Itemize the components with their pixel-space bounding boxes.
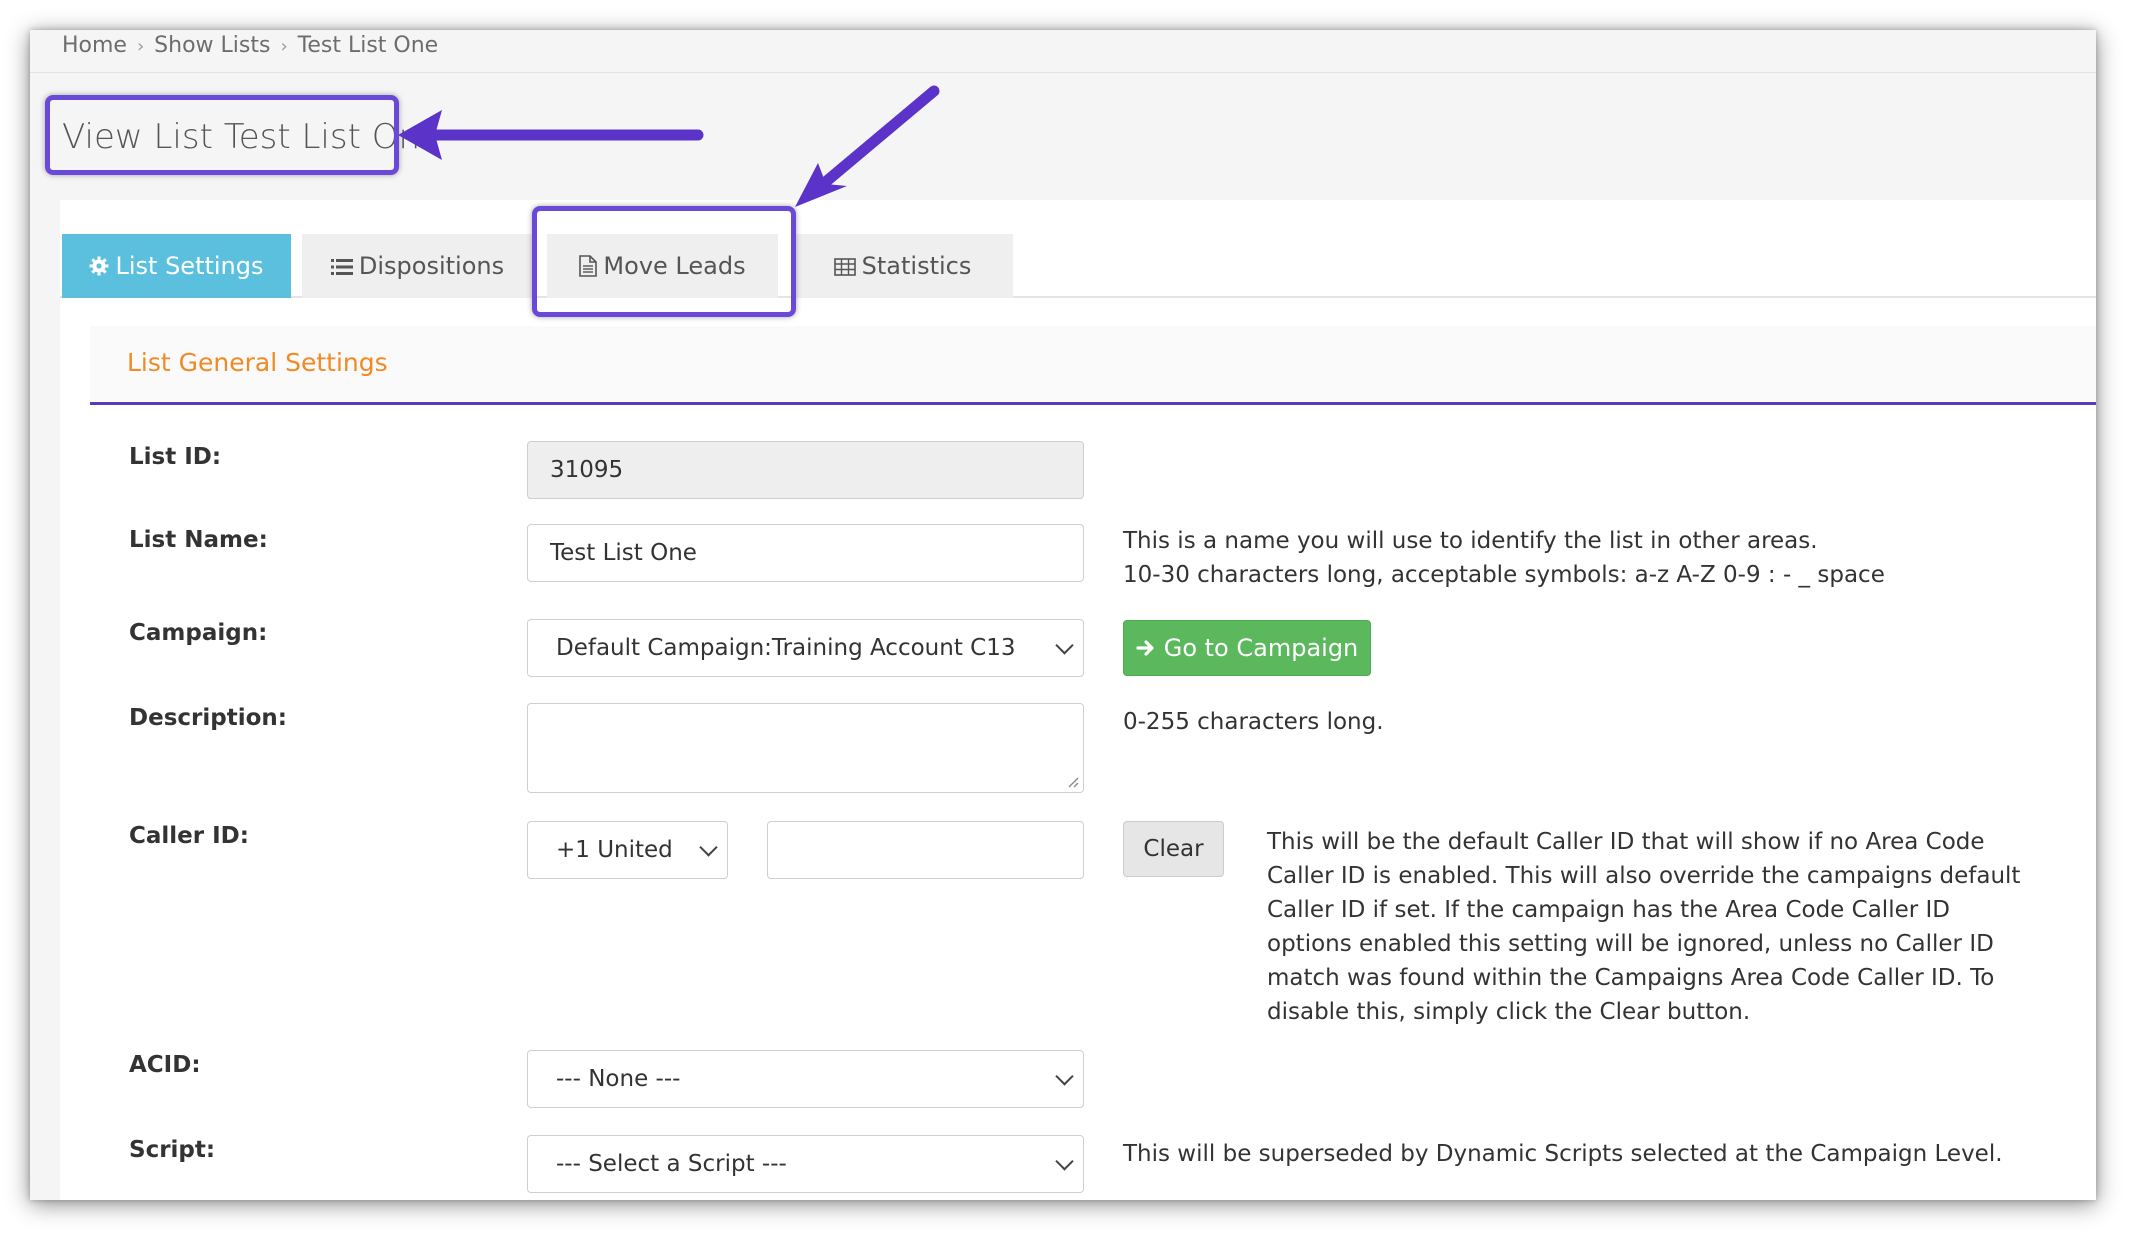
annotation-arrows bbox=[398, 85, 940, 207]
arrow-to-title-icon bbox=[398, 110, 704, 160]
arrow-to-move-leads-icon bbox=[795, 85, 940, 207]
